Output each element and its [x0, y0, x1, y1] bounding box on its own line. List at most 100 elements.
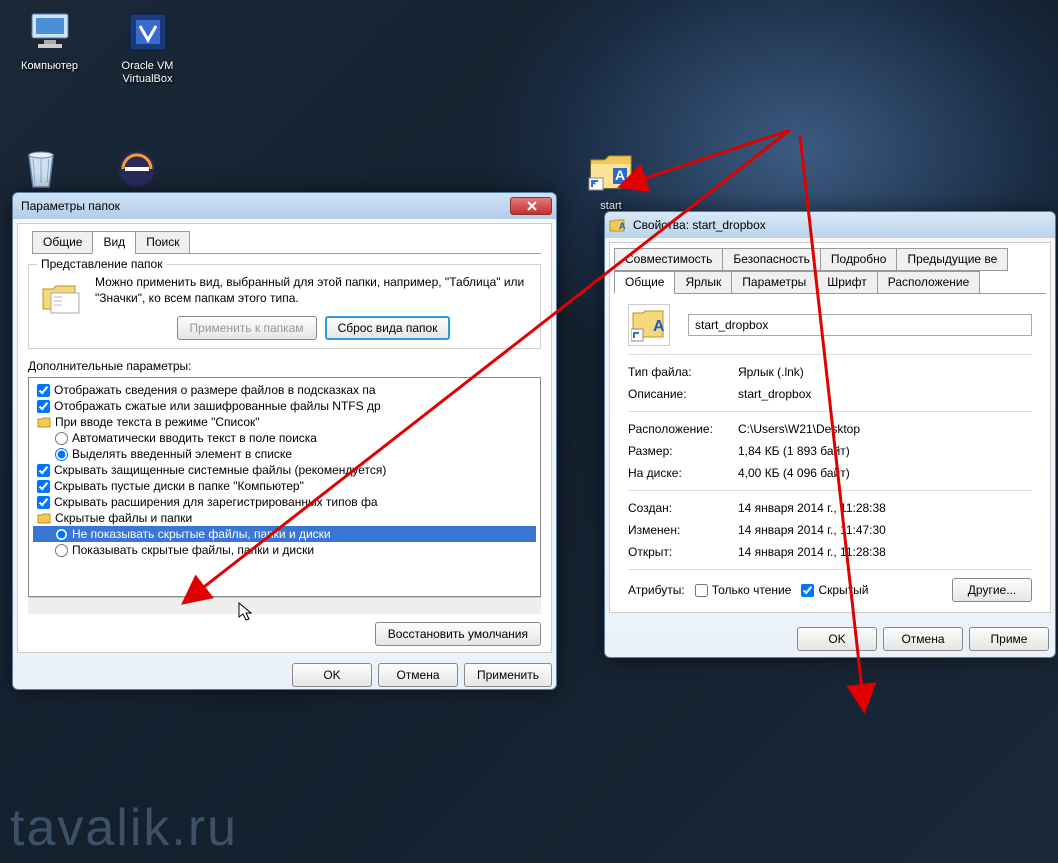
- props-table: Тип файла:Ярлык (.lnk) Описание:start_dr…: [628, 361, 1032, 405]
- pval: 1,84 КБ (1 893 байт): [738, 444, 1032, 458]
- pval: Ярлык (.lnk): [738, 365, 1032, 379]
- properties-icon: A: [609, 217, 625, 233]
- plabel: Изменен:: [628, 523, 738, 537]
- readonly-checkbox-label[interactable]: Только чтение: [695, 583, 792, 597]
- separator: [628, 411, 1032, 412]
- attributes-label: Атрибуты:: [628, 583, 685, 597]
- apply-to-folders-button[interactable]: Применить к папкам: [177, 316, 317, 340]
- radio[interactable]: [55, 432, 68, 445]
- radio[interactable]: [55, 528, 68, 541]
- tab-params[interactable]: Параметры: [731, 271, 817, 294]
- desktop-icon-label: Компьютер: [12, 60, 87, 73]
- window-title: Параметры папок: [17, 199, 510, 213]
- tree-item[interactable]: Скрывать защищенные системные файлы (рек…: [33, 462, 536, 478]
- tree-item[interactable]: Скрывать расширения для зарегистрированн…: [33, 494, 536, 510]
- desktop-icon-virtualbox[interactable]: Oracle VM VirtualBox: [110, 8, 185, 86]
- file-icon: A: [628, 304, 670, 346]
- separator: [628, 490, 1032, 491]
- apply-button[interactable]: Применить: [464, 663, 552, 687]
- pval: 14 января 2014 г., 11:28:38: [738, 545, 1032, 559]
- reset-folders-button[interactable]: Сброс вида папок: [325, 316, 451, 340]
- tree-item-selected[interactable]: Не показывать скрытые файлы, папки и дис…: [33, 526, 536, 542]
- tree-item[interactable]: Скрытые файлы и папки: [33, 510, 536, 526]
- properties-window: A Свойства: start_dropbox Совместимость …: [604, 211, 1056, 658]
- pval: 14 января 2014 г., 11:28:38: [738, 501, 1032, 515]
- tree-item[interactable]: Скрывать пустые диски в папке "Компьютер…: [33, 478, 536, 494]
- close-icon: [511, 198, 553, 214]
- plabel: Описание:: [628, 387, 738, 401]
- desktop-icon-label: Oracle VM VirtualBox: [110, 60, 185, 86]
- props-tabs: Совместимость Безопасность Подробно Пред…: [614, 247, 1046, 294]
- readonly-checkbox[interactable]: [695, 584, 708, 597]
- svg-text:A: A: [653, 318, 665, 335]
- tab-previous[interactable]: Предыдущие ве: [896, 248, 1008, 271]
- tree-item[interactable]: Показывать скрытые файлы, папки и диски: [33, 542, 536, 558]
- folder-rep-text: Можно применить вид, выбранный для этой …: [95, 275, 532, 306]
- ok-button[interactable]: OK: [292, 663, 372, 687]
- checkbox[interactable]: [37, 384, 50, 397]
- tab-search[interactable]: Поиск: [135, 231, 190, 254]
- cancel-button[interactable]: Отмена: [883, 627, 963, 651]
- tab-compat[interactable]: Совместимость: [614, 248, 723, 271]
- watermark: tavalik.ru: [10, 798, 238, 858]
- tab-view[interactable]: Вид: [92, 231, 136, 254]
- advanced-params-label: Дополнительные параметры:: [28, 359, 541, 373]
- tab-details[interactable]: Подробно: [820, 248, 898, 271]
- checkbox[interactable]: [37, 480, 50, 493]
- ok-button[interactable]: OK: [797, 627, 877, 651]
- tab-shortcut[interactable]: Ярлык: [674, 271, 732, 294]
- apply-button[interactable]: Приме: [969, 627, 1049, 651]
- tree-item[interactable]: Отображать сведения о размере файлов в п…: [33, 382, 536, 398]
- groupbox-title: Представление папок: [37, 257, 166, 271]
- cancel-button[interactable]: Отмена: [378, 663, 458, 687]
- tab-general[interactable]: Общие: [32, 231, 93, 254]
- close-button[interactable]: [510, 197, 552, 215]
- desktop-icon-eclipse[interactable]: [112, 145, 162, 197]
- pval: start_dropbox: [738, 387, 1032, 401]
- plabel: Создан:: [628, 501, 738, 515]
- pval: C:\Users\W21\Desktop: [738, 422, 1032, 436]
- tab-layout[interactable]: Расположение: [877, 271, 981, 294]
- eclipse-icon: [113, 145, 161, 193]
- folder-representation-group: Представление папок Можно применить вид,…: [28, 264, 541, 349]
- plabel: Открыт:: [628, 545, 738, 559]
- tree-item[interactable]: Отображать сжатые или зашифрованные файл…: [33, 398, 536, 414]
- tree-item[interactable]: Выделять введенный элемент в списке: [33, 446, 536, 462]
- tab-security[interactable]: Безопасность: [722, 248, 821, 271]
- folder-icon: [37, 511, 51, 525]
- folder-shortcut-icon: A: [587, 148, 635, 196]
- other-attributes-button[interactable]: Другие...: [952, 578, 1032, 602]
- svg-text:A: A: [615, 167, 625, 183]
- horizontal-scrollbar[interactable]: [28, 597, 541, 614]
- restore-defaults-button[interactable]: Восстановить умолчания: [375, 622, 541, 646]
- titlebar[interactable]: A Свойства: start_dropbox: [605, 212, 1055, 238]
- plabel: На диске:: [628, 466, 738, 480]
- svg-text:A: A: [619, 221, 625, 231]
- desktop-icon-computer[interactable]: Компьютер: [12, 8, 87, 73]
- desktop-icon-recyclebin[interactable]: [16, 145, 66, 197]
- separator: [628, 354, 1032, 355]
- tree-item[interactable]: При вводе текста в режиме "Список": [33, 414, 536, 430]
- plabel: Расположение:: [628, 422, 738, 436]
- hidden-checkbox[interactable]: [801, 584, 814, 597]
- tree-item[interactable]: Автоматически вводить текст в поле поиск…: [33, 430, 536, 446]
- tab-font[interactable]: Шрифт: [816, 271, 877, 294]
- checkbox[interactable]: [37, 464, 50, 477]
- virtualbox-icon: [124, 8, 172, 56]
- separator: [628, 569, 1032, 570]
- plabel: Тип файла:: [628, 365, 738, 379]
- checkbox[interactable]: [37, 496, 50, 509]
- tab-general[interactable]: Общие: [614, 271, 675, 294]
- titlebar[interactable]: Параметры папок: [13, 193, 556, 219]
- name-input[interactable]: [688, 314, 1032, 336]
- checkbox[interactable]: [37, 400, 50, 413]
- radio[interactable]: [55, 448, 68, 461]
- pval: 4,00 КБ (4 096 байт): [738, 466, 1032, 480]
- advanced-params-tree[interactable]: Отображать сведения о размере файлов в п…: [28, 377, 541, 597]
- desktop-icon-start-folder[interactable]: A start: [580, 148, 642, 213]
- radio[interactable]: [55, 544, 68, 557]
- hidden-checkbox-label[interactable]: Скрытый: [801, 583, 868, 597]
- desktop: Компьютер Oracle VM VirtualBox A start t…: [0, 0, 1058, 863]
- recyclebin-icon: [17, 145, 65, 193]
- window-title: Свойства: start_dropbox: [629, 218, 1051, 232]
